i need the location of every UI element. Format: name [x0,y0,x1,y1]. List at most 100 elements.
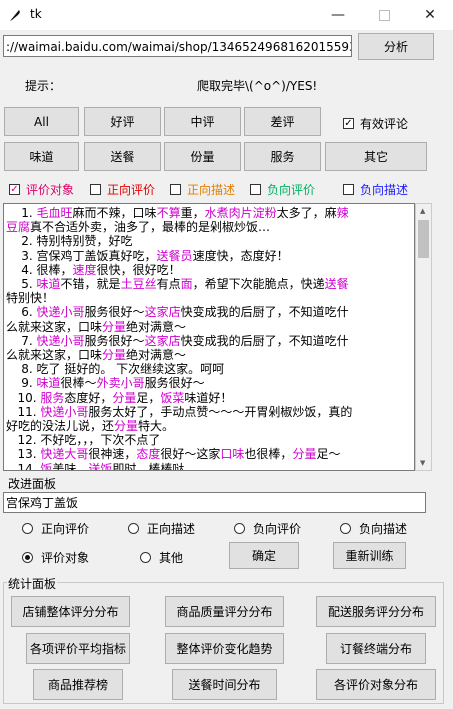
review-target-highlight: 分量 [114,419,139,434]
review-target-highlight: 饭 [40,461,53,471]
review-target-highlight: 服务 [40,390,65,405]
radio-positive-desc[interactable]: 正向描述 [128,520,195,537]
legend-negative-desc-checkbox[interactable]: 负向描述 [343,181,408,198]
legend-label: 正向描述 [187,183,236,197]
review-text: 重， [180,206,205,220]
legend-label: 评价对象 [26,183,75,197]
product-quality-distribution-button[interactable]: 商品质量评分分布 [165,596,284,627]
filter-delivery-button[interactable]: 送餐 [84,142,161,171]
review-line: 5. 味道不错，就是土豆丝有点面，希望下次能脆点，快递送餐 [6,277,414,291]
shop-score-distribution-button[interactable]: 店铺整体评分分布 [11,596,130,627]
radio-negative-eval[interactable]: 负向评价 [234,520,301,537]
review-text: 绝对满意～ [126,348,187,363]
average-indicators-button[interactable]: 各项评价平均指标 [26,633,130,664]
review-line: 6. 快递小哥服务很好～这家店快变成我的后厨了，不知道吃什 [6,305,414,319]
review-text: 很好～这家 [160,447,221,462]
legend-positive-desc-checkbox[interactable]: 正向描述 [170,181,235,198]
close-icon: ✕ [424,7,436,23]
review-text: 麻而不辣，口味 [72,206,157,220]
review-line: 么就来这家，口味分量绝对满意～ [6,348,414,362]
review-text: 足， [136,390,161,405]
review-number: 3. [6,248,37,263]
radio-label: 正向评价 [41,522,90,536]
review-line: 3. 宫保鸡丁盖饭真好吃，送餐员速度快，态度好！ [6,249,414,263]
radio-dot [140,552,151,563]
review-text: 服务很好～ [144,376,205,391]
review-number: 8. [6,362,37,377]
radio-positive-eval[interactable]: 正向评价 [22,520,89,537]
radio-label: 评价对象 [41,551,90,565]
analyze-button[interactable]: 分析 [358,33,434,60]
review-target-highlight: 毛血旺 [36,206,73,220]
review-text: 不错，就是 [60,277,121,292]
review-target-highlight: 送餐员 [156,248,193,263]
radio-target[interactable]: 评价对象 [22,549,89,566]
legend-positive-eval-checkbox[interactable]: 正向评价 [90,181,155,198]
review-target-highlight: 快递小哥 [40,404,89,419]
review-text: 快变成我的后厨了，不知道吃什 [180,305,349,320]
review-text: 服务太好了，手动点赞～～～开胃剁椒炒饭，真的 [88,404,353,419]
review-target-highlight: 饭菜 [160,390,185,405]
review-text: 服务很好～ [84,333,145,348]
review-target-highlight: 豆腐 [6,220,31,235]
review-line: 12. 不好吃，，，下次不点了 [6,433,414,447]
radio-dot-selected [22,552,33,563]
delivery-score-distribution-button[interactable]: 配送服务评分分布 [316,596,436,627]
filter-portion-button[interactable]: 份量 [164,142,241,171]
delivery-time-distribution-button[interactable]: 送餐时间分布 [172,669,277,700]
tip-message: 爬取完毕\(^o^)/YES! [197,79,318,93]
review-text: ，希望下次能脆点，快递 [192,277,325,292]
filter-other-button[interactable]: 其它 [325,142,427,171]
order-terminal-distribution-button[interactable]: 订餐终端分布 [326,633,426,664]
legend-negative-eval-checkbox[interactable]: 负向评价 [250,181,315,198]
review-target-highlight: 水煮肉片淀粉 [204,206,277,220]
review-target-highlight: 辣 [336,206,349,220]
review-line: 13. 快递大哥很神速，态度很好～这家口味也很棒，分量足～ [6,447,414,461]
review-text: 美味， [52,461,89,471]
filter-good-button[interactable]: 好评 [84,107,161,136]
review-text: 绝对满意～ [126,319,187,334]
correct-text-input[interactable]: 宫保鸡丁盖饭 [3,492,426,513]
retrain-button[interactable]: 重新训练 [333,542,406,569]
review-target-highlight: 分量 [102,348,127,363]
reviews-scrollbar[interactable]: ▲ ▼ [415,203,432,471]
filter-taste-button[interactable]: 味道 [4,142,79,171]
close-button[interactable]: ✕ [407,0,453,30]
review-text: 即时，棒棒哒 [112,461,185,471]
overall-trend-button[interactable]: 整体评价变化趋势 [165,633,284,664]
confirm-button[interactable]: 确定 [229,542,299,569]
filter-medium-button[interactable]: 中评 [164,107,241,136]
review-text: 特别快！ [6,291,55,306]
review-line: 10. 服务态度好，分量足，饭菜味道好！ [6,391,414,405]
maximize-button[interactable] [361,0,407,30]
review-line: 2. 特别特别赞，好吃 [6,234,414,248]
review-target-highlight: 态度 [136,447,161,462]
target-distribution-button[interactable]: 各评价对象分布 [316,669,436,700]
review-target-highlight: 快递大哥 [40,447,89,462]
review-line: 1. 毛血旺麻而不辣，口味不算重，水煮肉片淀粉太多了，麻辣 [6,206,414,220]
product-ranking-button[interactable]: 商品推荐榜 [33,669,123,700]
review-number: 5. [6,277,37,292]
filter-service-button[interactable]: 服务 [244,142,321,171]
radio-negative-desc[interactable]: 负向描述 [340,520,407,537]
minimize-button[interactable]: — [315,0,361,30]
checkbox-box [170,184,181,195]
valid-reviews-label: 有效评论 [360,117,409,131]
legend-target-checkbox[interactable]: ✓ 评价对象 [9,181,74,198]
review-number: 10. [6,390,41,405]
filter-bad-button[interactable]: 差评 [244,107,321,136]
review-text: 速度快，态度好！ [192,248,289,263]
scroll-up-icon: ▲ [420,207,426,215]
review-text: 特大。 [138,419,175,434]
review-target-highlight: 分量 [102,319,127,334]
filter-all-button[interactable]: All [4,107,79,136]
valid-reviews-checkbox[interactable]: ✓ 有效评论 [343,115,408,132]
url-input[interactable]: ://waimai.baidu.com/waimai/shop/13465249… [3,35,352,57]
scroll-thumb[interactable] [418,220,429,258]
radio-other[interactable]: 其他 [140,549,183,566]
review-target-highlight: 味道 [36,376,61,391]
review-number: 2. [6,234,37,249]
review-line: 特别快！ [6,291,414,305]
checkbox-box: ✓ [9,183,20,195]
reviews-textarea[interactable]: 1. 毛血旺麻而不辣，口味不算重，水煮肉片淀粉太多了，麻辣 豆腐真不合适外卖，油多… [3,203,415,471]
